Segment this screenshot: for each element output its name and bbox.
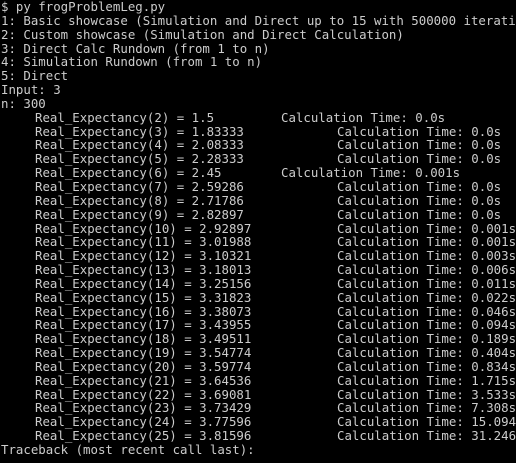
result-row: Real_Expectancy(14) = 3.25156 Calculation… (1, 277, 516, 291)
calculation-time: Calculation Time: 7.308s (337, 400, 516, 416)
traceback-line: Traceback (most recent call last): (1, 442, 255, 457)
calculation-time: Calculation Time: 0.046s (337, 303, 516, 319)
menu-option-1: 1: Basic showcase (Simulation and Direct… (1, 12, 516, 28)
calculation-time: Calculation Time: 0.834s (337, 358, 516, 374)
expectancy-value: Real_Expectancy(18) = 3.49511 (35, 331, 252, 347)
result-row: Real_Expectancy(12) = 3.10321 Calculation… (1, 249, 516, 263)
calculation-time: Calculation Time: 0.189s (337, 331, 516, 347)
expectancy-value: Real_Expectancy(23) = 3.73429 (35, 400, 252, 416)
result-row: Real_Expectancy(6) = 2.45 Calculation Tim… (1, 166, 516, 180)
calculation-time: Calculation Time: 0.022s (337, 289, 516, 305)
expectancy-value: Real_Expectancy(11) = 3.01988 (35, 234, 252, 250)
expectancy-value: Real_Expectancy(7) = 2.59286 (35, 178, 244, 194)
result-row: Real_Expectancy(2) = 1.5 Calculation Time… (1, 109, 516, 125)
calculation-time: Calculation Time: 0.0s (337, 123, 502, 139)
result-row: Real_Expectancy(8) = 2.71786 Calculation … (1, 192, 516, 208)
expectancy-value: Real_Expectancy(3) = 1.83333 (35, 123, 244, 139)
result-row: Real_Expectancy(7) = 2.59286 Calculation … (1, 180, 516, 194)
result-row: Real_Expectancy(5) = 2.28333 Calculation … (1, 152, 516, 166)
calculation-time: Calculation Time: 0.0s (281, 109, 446, 125)
result-row: Real_Expectancy(19) = 3.54774 Calculation… (1, 346, 516, 360)
menu-option-5: 5: Direct (1, 68, 69, 84)
menu-option-3: 3: Direct Calc Rundown (from 1 to n) (1, 40, 270, 56)
calculation-time: Calculation Time: 0.0s (337, 151, 502, 167)
expectancy-value: Real_Expectancy(17) = 3.43955 (35, 317, 252, 333)
terminal-window[interactable]: $ py frogProblemLeg.py 1: Basic showcase… (0, 0, 516, 463)
menu-option-2: 2: Custom showcase (Simulation and Direc… (1, 26, 404, 42)
calculation-time: Calculation Time: 0.094s (337, 317, 516, 333)
expectancy-value: Real_Expectancy(6) = 2.45 (35, 165, 222, 181)
expectancy-value: Real_Expectancy(22) = 3.69081 (35, 386, 252, 402)
expectancy-value: Real_Expectancy(4) = 2.08333 (35, 137, 244, 153)
result-row: Real_Expectancy(24) = 3.77596 Calculation… (1, 415, 516, 429)
expectancy-value: Real_Expectancy(15) = 3.31823 (35, 289, 252, 305)
result-row: Real_Expectancy(22) = 3.69081 Calculation… (1, 386, 516, 402)
result-row: Real_Expectancy(21) = 3.64536 Calculation… (1, 372, 516, 388)
calculation-time: Calculation Time: 0.011s (337, 275, 516, 291)
expectancy-value: Real_Expectancy(19) = 3.54774 (35, 345, 252, 361)
result-row: Real_Expectancy(3) = 1.83333 Calculation … (1, 123, 516, 139)
expectancy-value: Real_Expectancy(20) = 3.59774 (35, 358, 252, 374)
result-row: Real_Expectancy(4) = 2.08333 Calculation … (1, 138, 516, 152)
calculation-time: Calculation Time: 0.003s (337, 248, 516, 264)
result-row: Real_Expectancy(9) = 2.82897 Calculation … (1, 206, 516, 222)
calculation-time: Calculation Time: 0.001s (337, 234, 516, 250)
expectancy-value: Real_Expectancy(10) = 2.92897 (35, 220, 252, 236)
expectancy-value: Real_Expectancy(14) = 3.25156 (35, 275, 252, 291)
result-row: Real_Expectancy(16) = 3.38073 Calculation… (1, 303, 516, 319)
menu-option-4: 4: Simulation Rundown (from 1 to n) (1, 54, 263, 70)
calculation-time: Calculation Time: 15.094s (337, 414, 516, 430)
calculation-time: Calculation Time: 0.404s (337, 345, 516, 361)
calculation-time: Calculation Time: 0.001s (281, 165, 461, 181)
results-output: Real_Expectancy(2) = 1.5 Calculation Time… (1, 109, 516, 443)
calculation-time: Calculation Time: 0.006s (337, 262, 516, 278)
expectancy-value: Real_Expectancy(24) = 3.77596 (35, 414, 252, 430)
result-row: Real_Expectancy(17) = 3.43955 Calculation… (1, 318, 516, 332)
result-row: Real_Expectancy(13) = 3.18013 Calculation… (1, 263, 516, 277)
expectancy-value: Real_Expectancy(5) = 2.28333 (35, 151, 244, 167)
calculation-time: Calculation Time: 0.0s (337, 192, 502, 208)
result-row: Real_Expectancy(23) = 3.73429 Calculation… (1, 401, 516, 415)
calculation-time: Calculation Time: 31.246s (337, 428, 516, 444)
calculation-time: Calculation Time: 0.0s (337, 206, 502, 222)
n-line: n: 300 (1, 95, 46, 111)
calculation-time: Calculation Time: 3.533s (337, 386, 516, 402)
expectancy-value: Real_Expectancy(13) = 3.18013 (35, 262, 252, 278)
calculation-time: Calculation Time: 1.715s (337, 372, 516, 388)
expectancy-value: Real_Expectancy(25) = 3.81596 (35, 428, 252, 444)
expectancy-value: Real_Expectancy(21) = 3.64536 (35, 372, 252, 388)
calculation-time: Calculation Time: 0.0s (337, 178, 502, 194)
expectancy-value: Real_Expectancy(12) = 3.10321 (35, 248, 252, 264)
input-line: Input: 3 (1, 82, 61, 98)
command-line: $ py frogProblemLeg.py (1, 0, 166, 14)
result-row: Real_Expectancy(15) = 3.31823 Calculation… (1, 289, 516, 305)
expectancy-value: Real_Expectancy(2) = 1.5 (35, 109, 215, 125)
result-row: Real_Expectancy(20) = 3.59774 Calculation… (1, 360, 516, 374)
expectancy-value: Real_Expectancy(8) = 2.71786 (35, 192, 244, 208)
calculation-time: Calculation Time: 0.0s (337, 137, 502, 153)
result-row: Real_Expectancy(18) = 3.49511 Calculation… (1, 332, 516, 346)
calculation-time: Calculation Time: 0.001s (337, 220, 516, 236)
result-row: Real_Expectancy(25) = 3.81596 Calculation… (1, 429, 516, 443)
expectancy-value: Real_Expectancy(9) = 2.82897 (35, 206, 244, 222)
result-row: Real_Expectancy(11) = 3.01988 Calculation… (1, 235, 516, 249)
result-row: Real_Expectancy(10) = 2.92897 Calculation… (1, 220, 516, 236)
expectancy-value: Real_Expectancy(16) = 3.38073 (35, 303, 252, 319)
